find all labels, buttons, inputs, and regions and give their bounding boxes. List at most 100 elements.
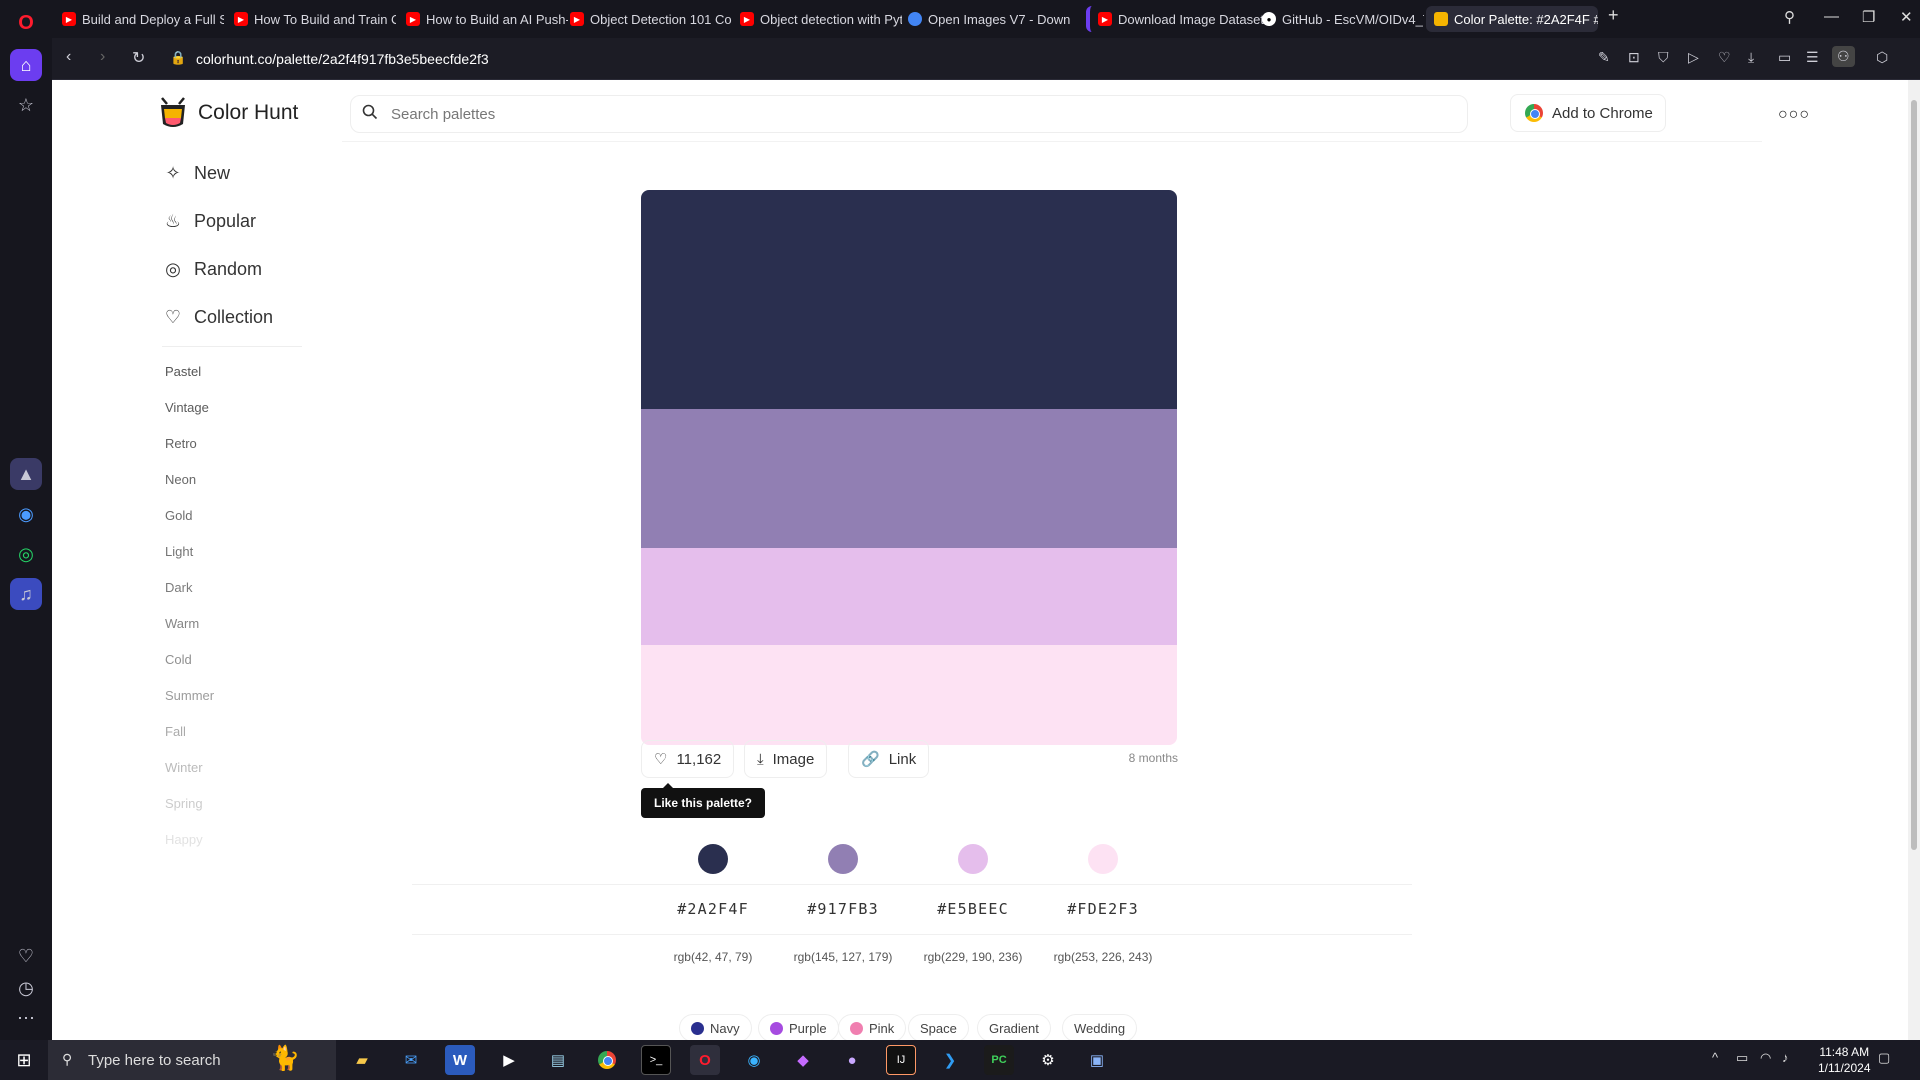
hex-label-3[interactable]: #E5BEEC bbox=[908, 900, 1038, 918]
windows-start-icon[interactable]: ⊞ bbox=[9, 1045, 39, 1075]
vscode-icon[interactable]: ❯ bbox=[935, 1045, 965, 1075]
browser-tab[interactable]: ▶ Build and Deploy a Full St bbox=[54, 6, 224, 32]
tag-light[interactable]: Light bbox=[165, 544, 193, 559]
copy-link-button[interactable]: 🔗 Link bbox=[848, 740, 930, 778]
tag-chip-wedding[interactable]: Wedding bbox=[1062, 1014, 1138, 1040]
minimize-icon[interactable]: — bbox=[1824, 8, 1839, 25]
more-icon[interactable]: ⋯ bbox=[10, 1002, 42, 1034]
tag-chip-space[interactable]: Space bbox=[908, 1014, 969, 1040]
edge-icon[interactable]: ◉ bbox=[739, 1045, 769, 1075]
jetbrains-icon[interactable]: IJ bbox=[886, 1045, 916, 1075]
color-dot-1[interactable] bbox=[698, 844, 728, 874]
media-player-icon[interactable]: ▶ bbox=[494, 1045, 524, 1075]
browser-tab-active[interactable]: Color Palette: #2A2F4F #9 bbox=[1426, 6, 1598, 32]
hex-label-1[interactable]: #2A2F4F bbox=[648, 900, 778, 918]
github-desktop-icon[interactable]: ● bbox=[837, 1045, 867, 1075]
hex-label-4[interactable]: #FDE2F3 bbox=[1038, 900, 1168, 918]
new-tab-icon[interactable]: + bbox=[1608, 5, 1619, 26]
scrollbar-thumb[interactable] bbox=[1911, 100, 1917, 850]
extensions-icon[interactable]: ⬡ bbox=[1876, 49, 1888, 66]
tag-chip-navy[interactable]: Navy bbox=[679, 1014, 752, 1040]
edit-icon[interactable]: ✎ bbox=[1598, 49, 1610, 66]
url-field[interactable]: colorhunt.co/palette/2a2f4f917fb3e5beecf… bbox=[196, 51, 489, 67]
settings-icon[interactable]: ⚙ bbox=[1033, 1045, 1063, 1075]
tag-vintage[interactable]: Vintage bbox=[165, 400, 209, 415]
browser-tab[interactable]: ▶ How To Build and Train Cu bbox=[226, 6, 396, 32]
tag-chip-pink[interactable]: Pink bbox=[838, 1014, 907, 1040]
browser-tab[interactable]: ● GitHub - EscVM/OIDv4_To bbox=[1254, 6, 1424, 32]
tag-pastel[interactable]: Pastel bbox=[165, 364, 201, 379]
tag-cold[interactable]: Cold bbox=[165, 652, 192, 667]
browser-tab[interactable]: ▶ Object Detection 101 Cou bbox=[562, 6, 732, 32]
easy-setup-icon[interactable]: ☰ bbox=[1806, 49, 1819, 66]
like-button[interactable]: ♡ 11,162 bbox=[641, 740, 735, 778]
profile-icon[interactable]: ⚇ bbox=[1832, 46, 1855, 67]
page-scrollbar[interactable] bbox=[1908, 80, 1920, 1040]
palette-swatch-3[interactable] bbox=[641, 548, 1177, 645]
notepad-icon[interactable]: ▤ bbox=[543, 1045, 573, 1075]
rgb-label-3[interactable]: rgb(229, 190, 236) bbox=[908, 950, 1038, 964]
color-dot-2[interactable] bbox=[828, 844, 858, 874]
file-explorer-icon[interactable]: ▰ bbox=[347, 1045, 377, 1075]
nav-collection[interactable]: ♡ Collection bbox=[162, 307, 273, 328]
site-logo[interactable]: Color Hunt bbox=[158, 96, 298, 130]
palette-swatch-4[interactable] bbox=[641, 645, 1177, 745]
forward-icon[interactable]: › bbox=[100, 48, 105, 66]
home-icon[interactable]: ⌂ bbox=[10, 49, 42, 81]
volume-icon[interactable]: ♪ bbox=[1782, 1050, 1789, 1065]
rgb-label-2[interactable]: rgb(145, 127, 179) bbox=[778, 950, 908, 964]
reload-icon[interactable]: ↻ bbox=[132, 48, 145, 68]
opera-taskbar-icon[interactable]: O bbox=[690, 1045, 720, 1075]
mail-icon[interactable]: ✉ bbox=[396, 1045, 426, 1075]
search-tabs-icon[interactable]: ⚲ bbox=[1784, 8, 1795, 26]
tag-fall[interactable]: Fall bbox=[165, 724, 186, 739]
browser-tab[interactable]: Open Images V7 - Downlo bbox=[900, 6, 1070, 32]
rgb-label-1[interactable]: rgb(42, 47, 79) bbox=[648, 950, 778, 964]
tag-chip-purple[interactable]: Purple bbox=[758, 1014, 839, 1040]
shield-icon[interactable]: ⛉ bbox=[1658, 49, 1669, 66]
notifications-icon[interactable]: ▢ bbox=[1878, 1050, 1890, 1066]
tag-spring[interactable]: Spring bbox=[165, 796, 203, 811]
player-icon[interactable]: ♫ bbox=[10, 578, 42, 610]
tray-chevron-icon[interactable]: ^ bbox=[1712, 1050, 1718, 1065]
nav-random[interactable]: ◎ Random bbox=[162, 259, 262, 280]
add-to-chrome-button[interactable]: Add to Chrome bbox=[1510, 94, 1666, 132]
nav-new[interactable]: ✧ New bbox=[162, 163, 230, 184]
browser-tab[interactable]: ▶ How to Build an AI Push-U bbox=[398, 6, 568, 32]
tag-summer[interactable]: Summer bbox=[165, 688, 214, 703]
wifi-icon[interactable]: ◠ bbox=[1760, 1050, 1771, 1066]
battery-icon[interactable]: ▭ bbox=[1778, 49, 1791, 66]
send-icon[interactable]: ▷ bbox=[1688, 49, 1699, 66]
pinboard-icon[interactable]: ☆ bbox=[10, 89, 42, 121]
aria-icon[interactable]: ▲ bbox=[10, 458, 42, 490]
discord-icon[interactable]: ◆ bbox=[788, 1045, 818, 1075]
word-icon[interactable]: W bbox=[445, 1045, 475, 1075]
taskbar-clock[interactable]: 11:48 AM 1/11/2024 bbox=[1818, 1044, 1871, 1076]
history-icon[interactable]: ◷ bbox=[10, 972, 42, 1004]
messenger-icon[interactable]: ◉ bbox=[10, 498, 42, 530]
tag-gold[interactable]: Gold bbox=[165, 508, 192, 523]
browser-tab[interactable]: ▶ Object detection with Pyth bbox=[732, 6, 902, 32]
heart-icon[interactable]: ♡ bbox=[1718, 49, 1731, 66]
opera-logo-icon[interactable]: O bbox=[10, 7, 42, 39]
hex-label-2[interactable]: #917FB3 bbox=[778, 900, 908, 918]
color-dot-4[interactable] bbox=[1088, 844, 1118, 874]
terminal-icon[interactable]: >_ bbox=[641, 1045, 671, 1075]
bookmarks-heart-icon[interactable]: ♡ bbox=[10, 940, 42, 972]
rgb-label-4[interactable]: rgb(253, 226, 243) bbox=[1038, 950, 1168, 964]
back-icon[interactable]: ‹ bbox=[66, 48, 71, 66]
download-icon[interactable]: ⤓ bbox=[1748, 49, 1754, 66]
palette-swatch-2[interactable] bbox=[641, 409, 1177, 548]
taskbar-search-input[interactable]: ⚲ Type here to search 🐈 bbox=[48, 1040, 336, 1080]
camera-icon[interactable]: ⊡ bbox=[1628, 49, 1640, 66]
close-window-icon[interactable]: ✕ bbox=[1900, 8, 1913, 26]
more-menu-icon[interactable]: ○○○ bbox=[1778, 106, 1810, 124]
image-download-button[interactable]: ⤓ Image bbox=[744, 740, 828, 778]
search-input[interactable]: Search palettes bbox=[350, 95, 1468, 133]
chrome-taskbar-icon[interactable] bbox=[592, 1045, 622, 1075]
battery-tray-icon[interactable]: ▭ bbox=[1736, 1050, 1748, 1066]
palette-swatch-1[interactable] bbox=[641, 190, 1177, 409]
pycharm-icon[interactable]: PC bbox=[984, 1045, 1014, 1075]
tag-happy[interactable]: Happy bbox=[165, 832, 203, 847]
nav-popular[interactable]: ♨ Popular bbox=[162, 211, 256, 232]
